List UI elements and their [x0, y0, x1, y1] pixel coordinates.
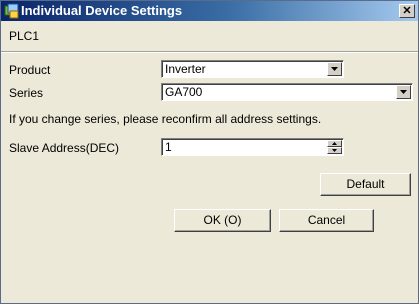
chevron-down-icon: [331, 67, 338, 71]
cancel-button[interactable]: Cancel: [279, 209, 374, 232]
product-label: Product: [9, 63, 51, 77]
close-button[interactable]: ✕: [399, 4, 415, 18]
series-select[interactable]: GA700: [161, 83, 413, 101]
ok-button[interactable]: OK (O): [174, 209, 271, 232]
individual-device-settings-dialog: Individual Device Settings ✕ PLC1 Produc…: [0, 0, 419, 304]
series-dropdown-button[interactable]: [396, 85, 411, 99]
window-title: Individual Device Settings: [21, 3, 183, 18]
header-divider: [1, 51, 418, 53]
arrow-down-icon: [332, 149, 337, 152]
app-icon: [4, 3, 20, 19]
close-icon: ✕: [402, 5, 412, 17]
default-button[interactable]: Default: [320, 173, 411, 196]
spinner-up-button[interactable]: [327, 140, 342, 147]
spinner-buttons: [327, 140, 342, 154]
product-select-value: Inverter: [165, 62, 206, 76]
device-name-label: PLC1: [9, 29, 40, 43]
series-change-message: If you change series, please reconfirm a…: [9, 112, 322, 126]
series-label: Series: [9, 86, 44, 100]
product-select[interactable]: Inverter: [161, 60, 344, 78]
title-bar[interactable]: Individual Device Settings ✕: [1, 1, 418, 21]
slave-address-spinner[interactable]: 1: [161, 138, 344, 156]
arrow-up-icon: [332, 142, 337, 145]
chevron-down-icon: [400, 90, 407, 94]
product-dropdown-button[interactable]: [327, 62, 342, 76]
series-select-value: GA700: [165, 85, 203, 99]
slave-address-value: 1: [165, 140, 172, 154]
slave-address-label: Slave Address(DEC): [9, 141, 120, 155]
spinner-down-button[interactable]: [327, 147, 342, 154]
